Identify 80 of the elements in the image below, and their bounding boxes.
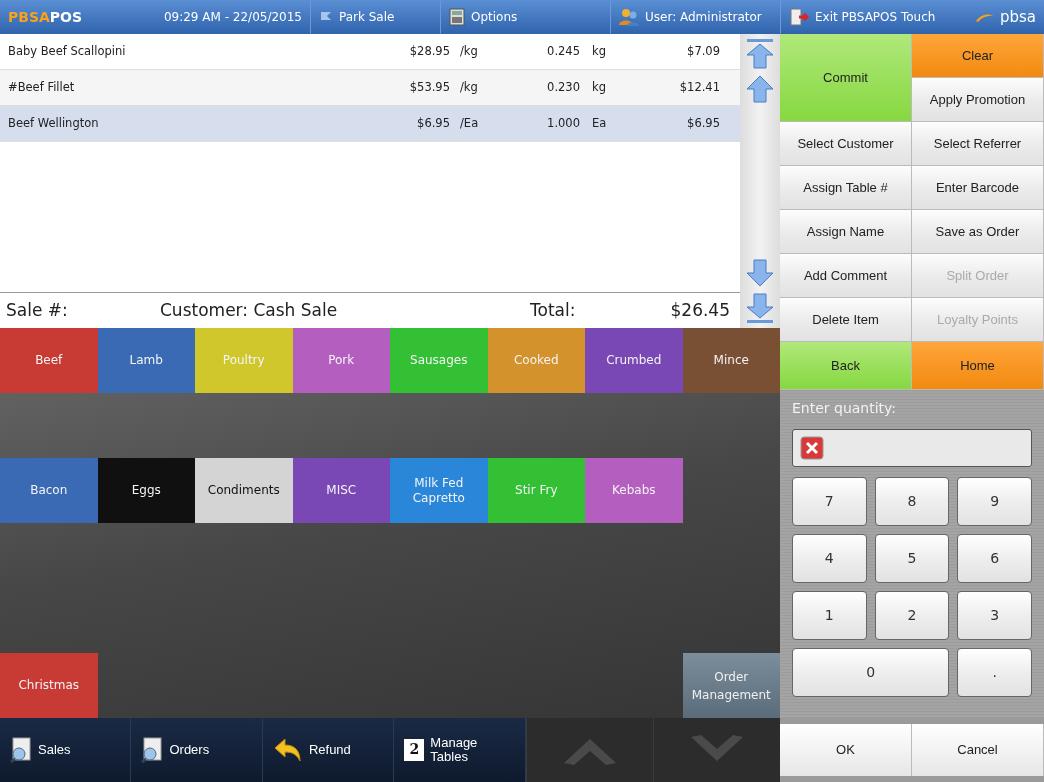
- category-button[interactable]: Condiments: [195, 458, 293, 523]
- item-qty: 0.245: [547, 43, 580, 58]
- action-button[interactable]: Delete Item: [780, 298, 912, 342]
- keypad-key[interactable]: 3: [957, 591, 1032, 640]
- category-button[interactable]: Mince: [682, 328, 780, 393]
- exit-door-icon: [789, 8, 809, 26]
- cancel-button[interactable]: Cancel: [912, 724, 1044, 776]
- ok-button[interactable]: OK: [780, 724, 912, 776]
- sale-number-label: Sale #:: [6, 299, 68, 320]
- action-button[interactable]: Assign Name: [780, 210, 912, 254]
- item-unit: /kg: [460, 79, 478, 94]
- commit-button[interactable]: Commit: [780, 34, 912, 122]
- item-unit: kg: [592, 43, 606, 58]
- action-button[interactable]: Enter Barcode: [912, 166, 1044, 210]
- category-button[interactable]: Eggs: [97, 458, 195, 523]
- item-qty: 1.000: [547, 115, 580, 130]
- category-button[interactable]: Christmas: [0, 653, 98, 718]
- keypad-key[interactable]: 2: [874, 591, 950, 640]
- item-price: $28.95: [409, 43, 450, 58]
- action-button[interactable]: Select Referrer: [912, 122, 1044, 166]
- date-time: 09:29 AM - 22/05/2015: [163, 9, 302, 26]
- keypad-key[interactable]: 1: [792, 591, 867, 640]
- keypad-key[interactable]: 6: [957, 534, 1032, 583]
- brand-logo: pbsa: [967, 0, 1044, 34]
- document-search-icon: [141, 737, 164, 763]
- bottom-nav-button[interactable]: Refund: [262, 718, 395, 782]
- count-badge: 2: [404, 739, 425, 761]
- scroll-bottom-icon[interactable]: [745, 290, 775, 324]
- action-button[interactable]: Save as Order: [912, 210, 1044, 254]
- category-button[interactable]: Beef: [0, 328, 98, 393]
- item-total: $6.95: [687, 115, 720, 130]
- category-button[interactable]: Milk Fed Capretto: [390, 458, 488, 523]
- item-name: #Beef Fillet: [8, 79, 75, 94]
- action-button[interactable]: Back: [780, 342, 912, 390]
- action-button[interactable]: Add Comment: [780, 254, 912, 298]
- bottom-nav-button[interactable]: Orders: [131, 718, 263, 782]
- users-icon: [619, 8, 639, 26]
- calculator-icon: [449, 8, 465, 26]
- item-unit: kg: [592, 79, 606, 94]
- item-unit: Ea: [592, 115, 607, 130]
- keypad-key[interactable]: .: [957, 648, 1032, 697]
- item-price: $53.95: [409, 79, 450, 94]
- item-total: $12.41: [679, 79, 720, 94]
- customer-label: Customer: Cash Sale: [160, 299, 338, 320]
- action-button[interactable]: Clear: [912, 34, 1044, 78]
- category-button[interactable]: Lamb: [97, 328, 195, 393]
- item-name: Baby Beef Scallopini: [8, 43, 126, 58]
- category-button[interactable]: Pork: [292, 328, 390, 393]
- item-name: Beef Wellington: [8, 115, 99, 130]
- keypad-key[interactable]: 5: [874, 534, 950, 583]
- sale-total: $26.45: [670, 299, 730, 320]
- item-unit: /kg: [460, 43, 478, 58]
- order-management-button[interactable]: Order Management: [682, 653, 780, 718]
- category-button[interactable]: Kebabs: [585, 458, 683, 523]
- keypad-prompt: Enter quantity:: [792, 399, 898, 418]
- swoosh-icon: [975, 12, 994, 22]
- action-button[interactable]: Home: [912, 342, 1044, 390]
- scroll-top-icon[interactable]: [745, 38, 775, 72]
- item-qty: 0.230: [547, 79, 580, 94]
- category-button[interactable]: MISC: [292, 458, 390, 523]
- app-logo: PBSAPOS: [7, 7, 84, 27]
- keypad-key[interactable]: 0: [792, 648, 950, 697]
- clear-icon: [800, 436, 824, 460]
- item-total: $7.09: [687, 43, 720, 58]
- action-button[interactable]: Assign Table #: [780, 166, 912, 210]
- category-button[interactable]: Bacon: [0, 458, 98, 523]
- total-label: Total:: [530, 299, 576, 320]
- undo-arrow-icon: [272, 737, 303, 763]
- keypad-key[interactable]: 4: [792, 534, 867, 583]
- item-unit: /Ea: [460, 115, 479, 130]
- action-button[interactable]: Apply Promotion: [912, 78, 1044, 122]
- keypad-key[interactable]: 8: [874, 477, 950, 526]
- bottom-nav-button[interactable]: Sales: [0, 718, 132, 782]
- item-price: $6.95: [417, 115, 450, 130]
- keypad-key[interactable]: 7: [792, 477, 867, 526]
- action-button[interactable]: Select Customer: [780, 122, 912, 166]
- keypad-key[interactable]: 9: [957, 477, 1032, 526]
- document-search-icon: [10, 737, 32, 763]
- quantity-field[interactable]: [792, 429, 1032, 467]
- category-button[interactable]: Crumbed: [585, 328, 683, 393]
